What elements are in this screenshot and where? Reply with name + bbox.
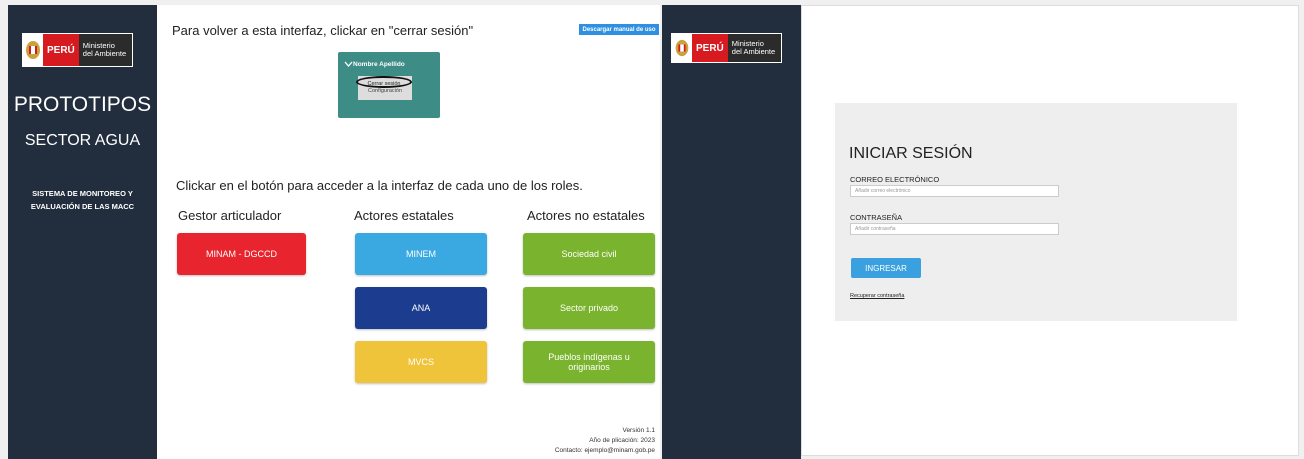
password-field[interactable] <box>850 223 1059 235</box>
settings-menu-item[interactable]: Configuración <box>358 88 412 94</box>
left-sidebar: PERÚ Ministerio del Ambiente PROTOTIPOS … <box>8 5 157 459</box>
logo-ministry-line2: del Ambiente <box>82 49 127 58</box>
sidebar-system-line1: SISTEMA DE MONITOREO Y <box>32 189 133 198</box>
footer-year: Año de plicación: 2023 <box>589 437 655 444</box>
login-submit-button[interactable]: INGRESAR <box>851 258 921 278</box>
role-button-ana[interactable]: ANA <box>355 287 487 329</box>
logo-ministry-text: Ministerio del Ambiente <box>727 34 782 62</box>
role-button-minam[interactable]: MINAM - DGCCD <box>177 233 306 275</box>
ministry-logo: PERÚ Ministerio del Ambiente <box>671 33 783 63</box>
logout-hint: Para volver a esta interfaz, clickar en … <box>172 23 474 38</box>
chevron-down-icon <box>344 61 353 70</box>
roles-panel: Para volver a esta interfaz, clickar en … <box>157 5 660 459</box>
logo-peru-text: PERÚ <box>43 34 79 66</box>
column-heading-no-estatales: Actores no estatales <box>527 208 645 223</box>
footer-contact: Contacto: ejemplo@minam.gob.pe <box>554 447 655 454</box>
peru-seal-icon <box>672 34 692 62</box>
role-button-mvcs[interactable]: MVCS <box>355 341 487 383</box>
user-dropdown: Cerrar sesión Configuración <box>356 76 412 100</box>
logo-peru-text: PERÚ <box>692 34 728 62</box>
sidebar-title: PROTOTIPOS <box>13 93 152 116</box>
peru-seal-icon <box>23 34 43 66</box>
sidebar-subtitle: SECTOR AGUA <box>24 132 141 149</box>
role-button-minem[interactable]: MINEM <box>355 233 487 275</box>
sidebar-system-line2: EVALUACIÓN DE LAS MACC <box>30 202 135 211</box>
role-button-sociedad-civil[interactable]: Sociedad civil <box>523 233 655 275</box>
footer-version: Versión 1.1 <box>622 427 655 434</box>
column-heading-estatales: Actores estatales <box>354 208 454 223</box>
login-card: INICIAR SESIÓN CORREO ELECTRÓNICO CONTRA… <box>835 103 1237 321</box>
login-page: INICIAR SESIÓN CORREO ELECTRÓNICO CONTRA… <box>801 5 1299 456</box>
user-name: Nombre Apellido <box>353 61 405 68</box>
right-sidebar: PERÚ Ministerio del Ambiente <box>662 5 801 459</box>
role-button-sector-privado[interactable]: Sector privado <box>523 287 655 329</box>
role-button-pueblos-indigenas[interactable]: Pueblos indígenas u originarios <box>523 341 655 383</box>
roles-instruction: Clickar en el botón para acceder a la in… <box>176 178 583 193</box>
recover-password-link[interactable]: Recuperar contraseña <box>850 293 904 299</box>
password-label: CONTRASEÑA <box>850 213 903 222</box>
email-field[interactable] <box>850 185 1059 197</box>
email-label: CORREO ELECTRÓNICO <box>850 175 940 184</box>
download-manual-button[interactable]: Descargar manual de uso <box>579 24 659 35</box>
footer-info: Versión 1.1 Año de plicación: 2023 Conta… <box>555 426 655 456</box>
logo-ministry-line2: del Ambiente <box>731 47 776 56</box>
login-title: INICIAR SESIÓN <box>849 145 973 162</box>
ministry-logo: PERÚ Ministerio del Ambiente <box>22 33 134 67</box>
sidebar-system-name: SISTEMA DE MONITOREO Y EVALUACIÓN DE LAS… <box>8 187 157 213</box>
logo-ministry-text: Ministerio del Ambiente <box>78 34 133 66</box>
column-heading-gestor: Gestor articulador <box>178 208 282 223</box>
user-menu-preview: Nombre Apellido Cerrar sesión Configurac… <box>338 52 440 118</box>
logout-menu-item[interactable]: Cerrar sesión <box>356 76 412 88</box>
